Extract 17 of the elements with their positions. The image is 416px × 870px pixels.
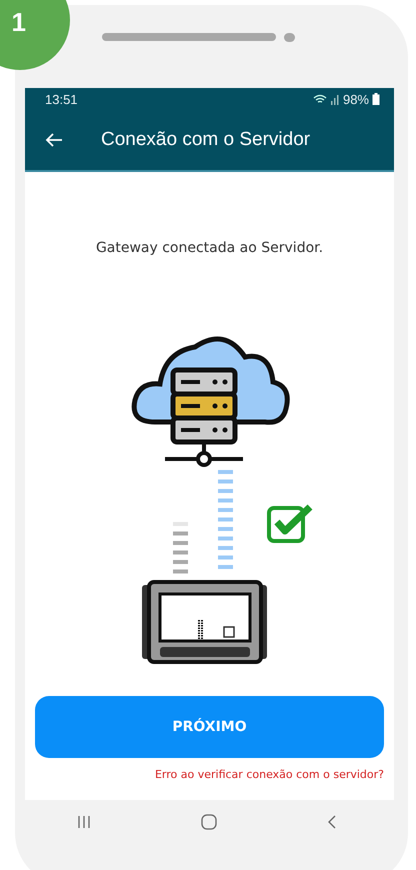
signal-dashes (173, 522, 188, 574)
back-icon[interactable] (326, 815, 336, 829)
error-link[interactable]: Erro ao verificar conexão com o servidor? (154, 768, 384, 781)
screen-title: Conexão com o Servidor (101, 129, 310, 151)
status-time: 13:51 (45, 92, 78, 106)
battery-percent: 98% (342, 92, 369, 106)
wifi-icon (312, 94, 327, 104)
battery-icon (372, 93, 380, 105)
signal-icon (330, 94, 340, 104)
cloud-server-icon (132, 336, 290, 467)
recent-apps-icon[interactable] (76, 815, 90, 829)
gateway-device-icon (142, 580, 267, 664)
status-message: Gateway conectada ao Servidor. (96, 240, 324, 256)
step-badge: 1 (0, 0, 70, 70)
next-button[interactable]: PRÓXIMO (35, 696, 384, 758)
home-icon[interactable] (200, 814, 216, 830)
back-arrow-icon[interactable] (45, 133, 63, 147)
